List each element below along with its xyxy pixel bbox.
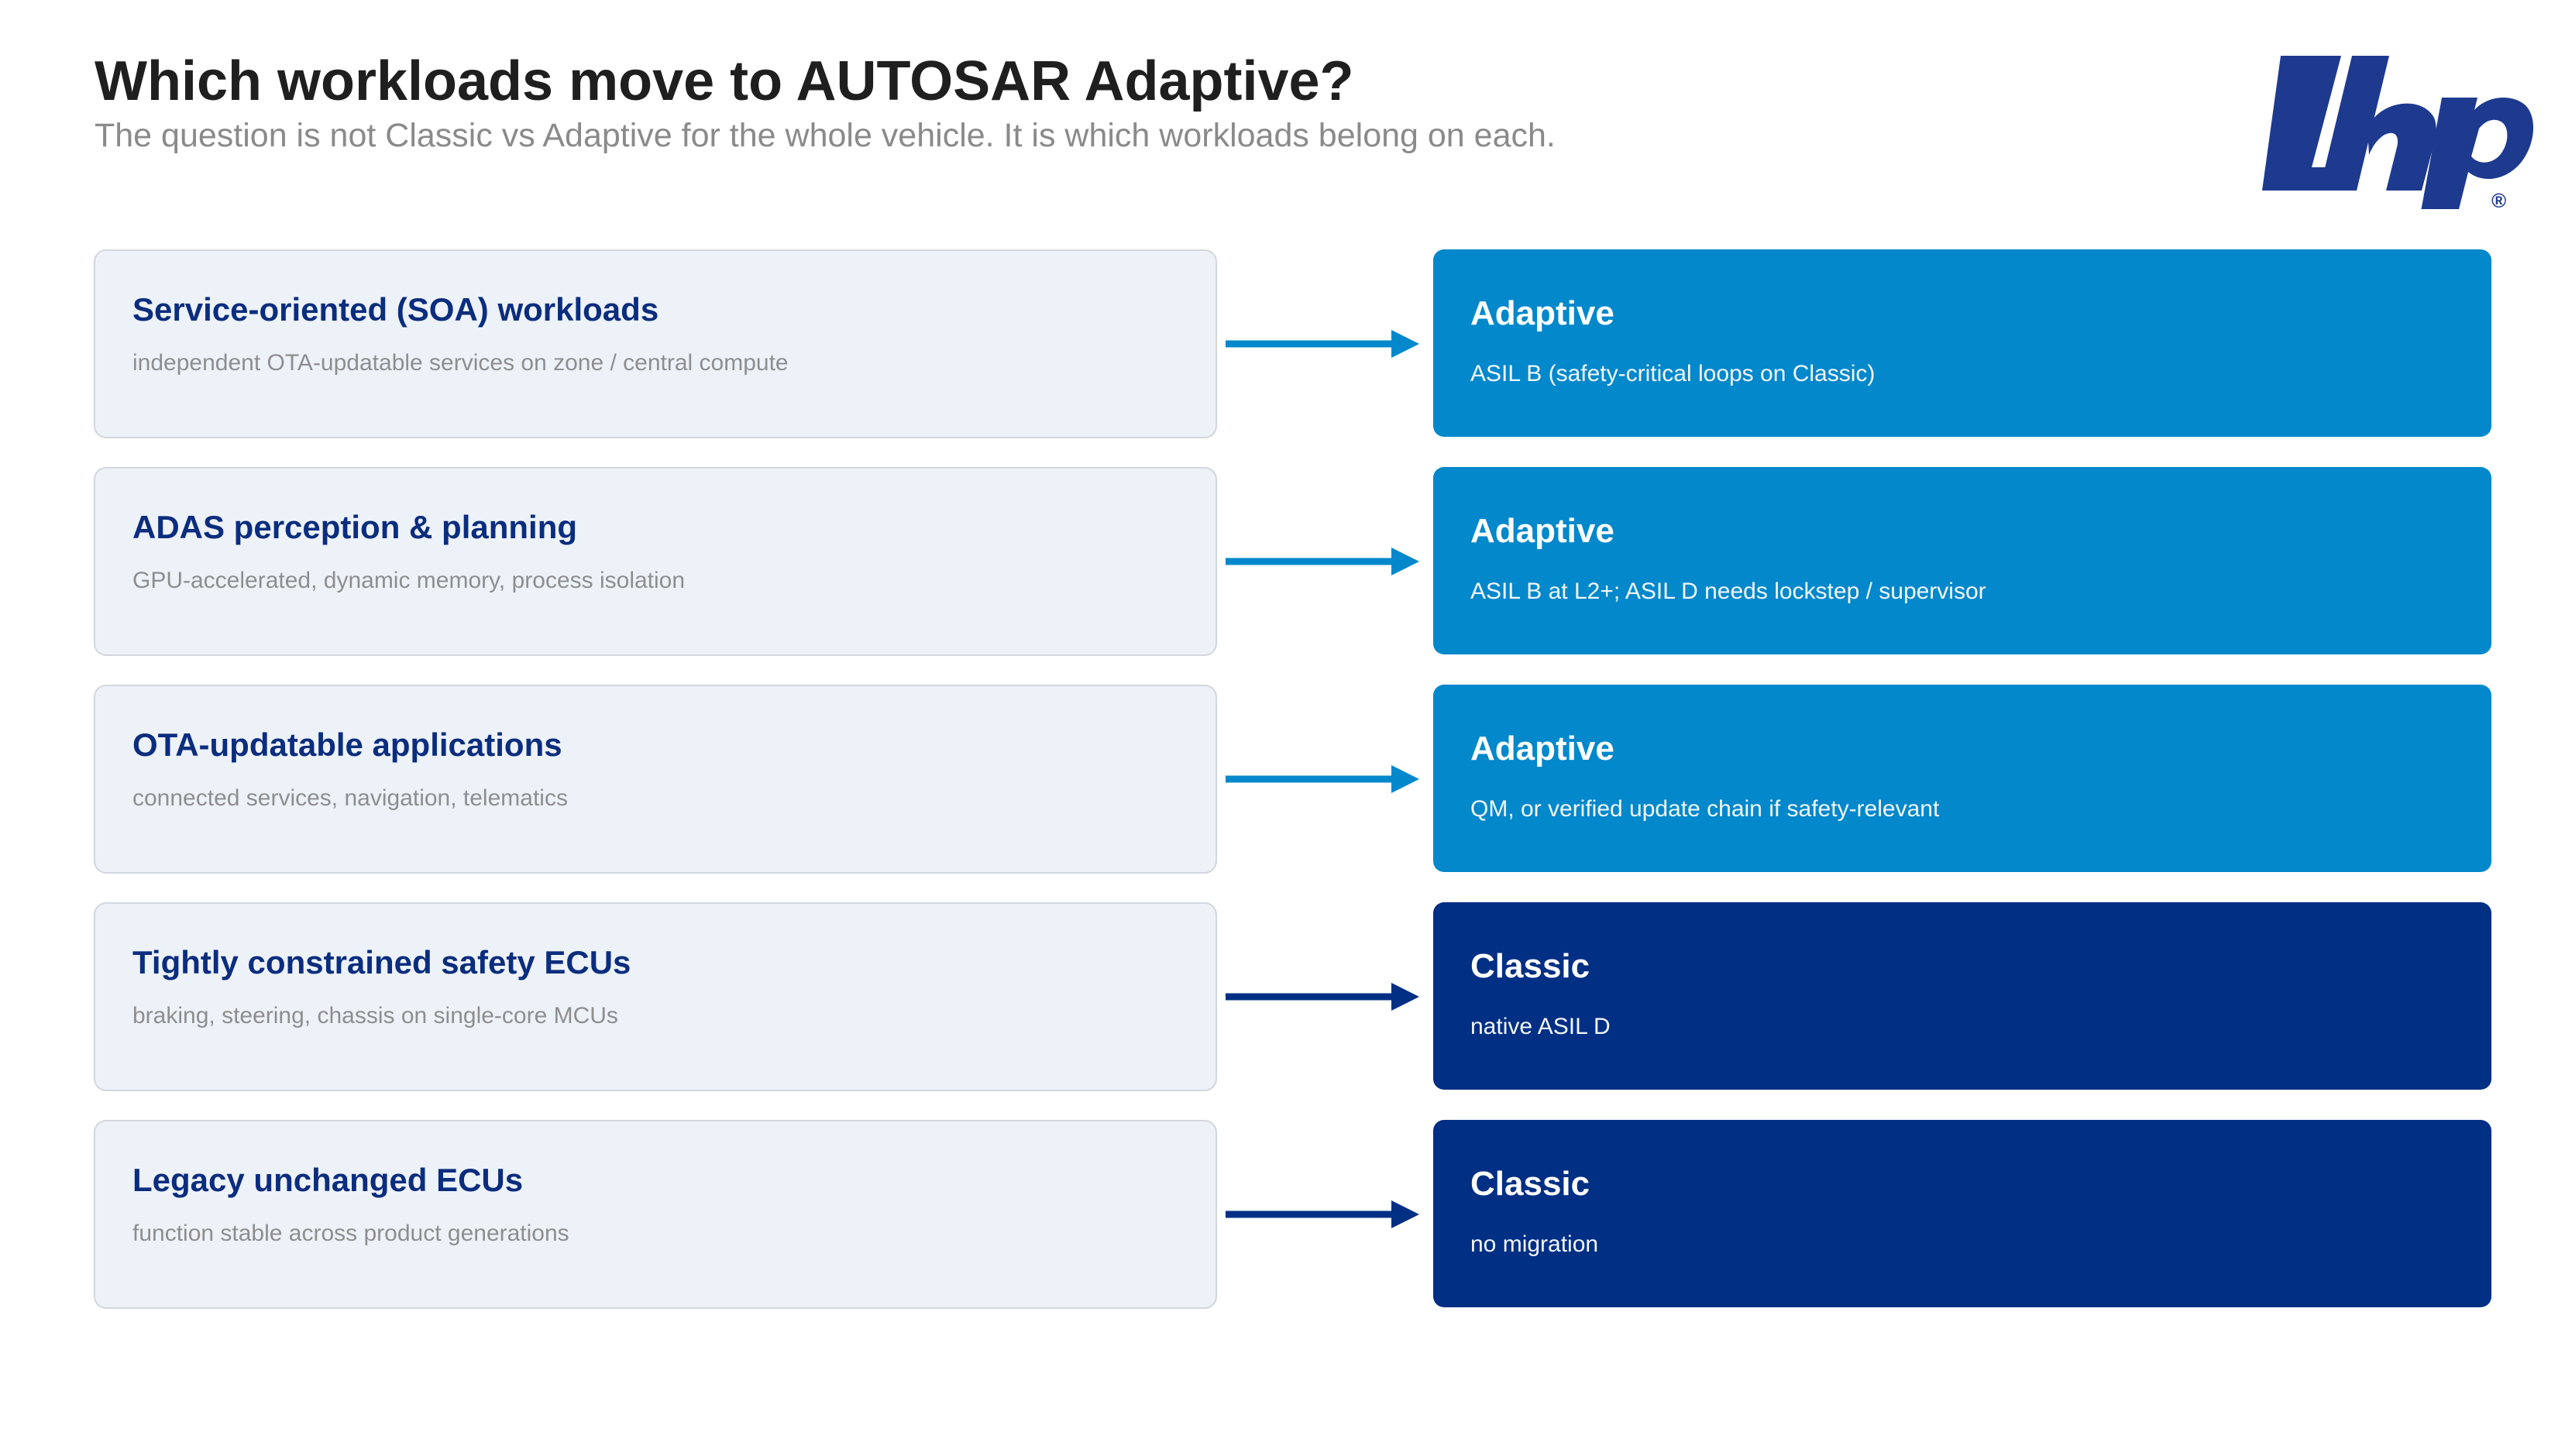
- workload-title: ADAS perception & planning: [132, 509, 578, 545]
- lhp-logo: ®: [2262, 56, 2533, 209]
- platform-description: ASIL B at L2+; ASIL D needs lockstep / s…: [1470, 579, 1986, 604]
- arrow-right-icon: [1226, 983, 1419, 1011]
- workload-card: Legacy unchanged ECUs function stable ac…: [94, 1120, 1217, 1309]
- platform-title: Classic: [1470, 947, 1590, 985]
- mapping-row-legacy-ecus: Legacy unchanged ECUs function stable ac…: [0, 1120, 2572, 1309]
- platform-title: Adaptive: [1470, 512, 1614, 550]
- platform-description: ASIL B (safety-critical loops on Classic…: [1470, 361, 1876, 386]
- mapping-row-safety-ecus: Tightly constrained safety ECUs braking,…: [0, 902, 2572, 1091]
- arrow-right-icon: [1226, 765, 1419, 793]
- platform-title: Classic: [1470, 1165, 1590, 1203]
- platform-card-adaptive: Adaptive ASIL B (safety-critical loops o…: [1433, 249, 2491, 437]
- workload-description: function stable across product generatio…: [132, 1221, 569, 1246]
- mapping-row-soa: Service-oriented (SOA) workloads indepen…: [0, 249, 2572, 438]
- platform-card-classic: Classic native ASIL D: [1433, 902, 2491, 1090]
- workload-title: Service-oriented (SOA) workloads: [132, 291, 659, 328]
- workload-title: Tightly constrained safety ECUs: [132, 944, 631, 980]
- platform-description: no migration: [1470, 1231, 1599, 1257]
- workload-title: OTA-updatable applications: [132, 726, 562, 763]
- mapping-row-adas: ADAS perception & planning GPU-accelerat…: [0, 467, 2572, 656]
- logo-letter-p: [2421, 97, 2533, 209]
- workload-card: Tightly constrained safety ECUs braking,…: [94, 902, 1217, 1091]
- platform-description: native ASIL D: [1470, 1014, 1611, 1039]
- arrow-right-icon: [1226, 1200, 1419, 1228]
- workload-description: independent OTA-updatable services on zo…: [132, 350, 789, 376]
- workload-title: Legacy unchanged ECUs: [132, 1162, 524, 1198]
- workload-description: braking, steering, chassis on single-cor…: [132, 1003, 618, 1028]
- platform-title: Adaptive: [1470, 294, 1614, 332]
- page-title: Which workloads move to AUTOSAR Adaptive…: [95, 50, 1354, 112]
- platform-card-adaptive: Adaptive ASIL B at L2+; ASIL D needs loc…: [1433, 467, 2491, 654]
- arrow-right-icon: [1226, 548, 1419, 575]
- logo-registered-mark: ®: [2491, 189, 2506, 209]
- workload-card: ADAS perception & planning GPU-accelerat…: [94, 467, 1217, 656]
- logo-letter-h-arch: [2367, 103, 2436, 191]
- workload-card: Service-oriented (SOA) workloads indepen…: [94, 249, 1217, 438]
- page-subtitle: The question is not Classic vs Adaptive …: [95, 117, 1556, 154]
- arrow-right-icon: [1226, 330, 1419, 358]
- workload-description: connected services, navigation, telemati…: [132, 785, 568, 811]
- workload-card: OTA-updatable applications connected ser…: [94, 685, 1217, 874]
- platform-card-classic: Classic no migration: [1433, 1120, 2491, 1307]
- platform-description: QM, or verified update chain if safety-r…: [1470, 796, 1940, 822]
- workload-description: GPU-accelerated, dynamic memory, process…: [132, 568, 686, 593]
- platform-card-adaptive: Adaptive QM, or verified update chain if…: [1433, 685, 2491, 872]
- platform-title: Adaptive: [1470, 730, 1614, 767]
- mapping-row-ota: OTA-updatable applications connected ser…: [0, 685, 2572, 874]
